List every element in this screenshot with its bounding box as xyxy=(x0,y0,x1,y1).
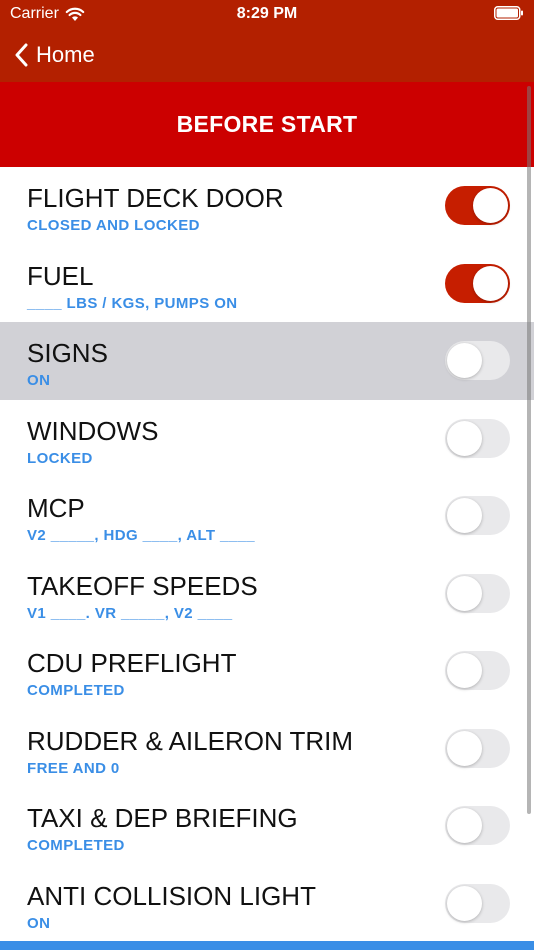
bottom-bar xyxy=(0,941,534,950)
item-toggle[interactable] xyxy=(445,883,510,923)
item-subtitle: FREE AND 0 xyxy=(27,759,120,777)
back-button-label: Home xyxy=(36,42,95,67)
navigation-bar: Carrier 8:29 PM Home xyxy=(0,0,534,82)
toggle-knob xyxy=(447,885,482,921)
section-header: BEFORE START xyxy=(0,82,534,167)
item-title: MCP xyxy=(27,493,85,523)
item-toggle[interactable] xyxy=(445,496,510,535)
item-toggle[interactable] xyxy=(445,186,510,225)
checklist-item-anti-collision-light[interactable]: ANTI COLLISION LIGHT ON xyxy=(0,865,534,943)
item-title: SIGNS xyxy=(27,338,108,368)
checklist-item-rudder-aileron-trim[interactable]: RUDDER & AILERON TRIM FREE AND 0 xyxy=(0,710,534,788)
toggle-knob xyxy=(447,343,482,378)
item-toggle[interactable] xyxy=(445,341,510,380)
item-subtitle: COMPLETED xyxy=(27,837,125,854)
status-bar: Carrier 8:29 PM xyxy=(0,0,534,28)
toggle-knob xyxy=(447,730,482,766)
item-subtitle: V1 ____. VR _____, V2 ____ xyxy=(27,604,233,622)
status-time: 8:29 PM xyxy=(236,5,298,22)
item-title: TAKEOFF SPEEDS xyxy=(27,570,258,601)
item-toggle[interactable] xyxy=(445,263,510,303)
battery-icon xyxy=(494,6,523,20)
toggle-knob xyxy=(447,808,482,843)
item-toggle[interactable] xyxy=(445,418,510,458)
item-title: TAXI & DEP BRIEFING xyxy=(27,803,298,833)
checklist-item-mcp[interactable]: MCP V2 _____, HDG ____, ALT ____ xyxy=(0,477,534,555)
item-toggle[interactable] xyxy=(445,806,510,845)
toggle-knob xyxy=(447,575,482,611)
item-toggle[interactable] xyxy=(445,573,510,613)
item-subtitle: ON xyxy=(27,372,51,389)
item-title: CDU PREFLIGHT xyxy=(27,648,237,678)
checklist-item-signs[interactable]: SIGNS ON xyxy=(0,322,534,400)
item-title: ANTI COLLISION LIGHT xyxy=(27,880,316,911)
checklist-item-fuel[interactable]: FUEL ____ LBS / KGS, PUMPS ON xyxy=(0,245,534,323)
checklist-item-windows[interactable]: WINDOWS LOCKED xyxy=(0,400,534,478)
item-toggle[interactable] xyxy=(445,651,510,690)
scroll-indicator[interactable] xyxy=(527,86,531,814)
item-title: RUDDER & AILERON TRIM xyxy=(27,725,354,756)
checklist-item-cdu-preflight[interactable]: CDU PREFLIGHT COMPLETED xyxy=(0,632,534,710)
item-subtitle: V2 _____, HDG ____, ALT ____ xyxy=(27,527,255,544)
checklist-item-flight-deck-door[interactable]: FLIGHT DECK DOOR CLOSED AND LOCKED xyxy=(0,167,534,245)
checklist-screen: Carrier 8:29 PM Home BEFORE START FLIGHT… xyxy=(0,0,534,950)
item-subtitle: LOCKED xyxy=(27,449,93,467)
checklist: FLIGHT DECK DOOR CLOSED AND LOCKED FUEL … xyxy=(0,167,534,942)
item-title: FLIGHT DECK DOOR xyxy=(27,183,284,213)
chevron-left-icon xyxy=(15,43,28,67)
toggle-knob xyxy=(473,188,508,223)
checklist-item-taxi-dep-briefing[interactable]: TAXI & DEP BRIEFING COMPLETED xyxy=(0,787,534,865)
item-subtitle: ON xyxy=(27,914,51,932)
item-subtitle: COMPLETED xyxy=(27,682,125,699)
item-subtitle: CLOSED AND LOCKED xyxy=(27,217,200,234)
checklist-item-takeoff-speeds[interactable]: TAKEOFF SPEEDS V1 ____. VR _____, V2 ___… xyxy=(0,555,534,633)
toggle-knob xyxy=(447,653,482,688)
back-button[interactable]: Home xyxy=(14,38,95,72)
toggle-knob xyxy=(473,265,508,301)
section-title: BEFORE START xyxy=(176,111,358,137)
toggle-knob xyxy=(447,420,482,456)
item-subtitle: ____ LBS / KGS, PUMPS ON xyxy=(27,294,238,312)
item-toggle[interactable] xyxy=(445,728,510,768)
item-title: WINDOWS xyxy=(27,415,159,446)
toggle-knob xyxy=(447,498,482,533)
item-title: FUEL xyxy=(27,260,94,291)
